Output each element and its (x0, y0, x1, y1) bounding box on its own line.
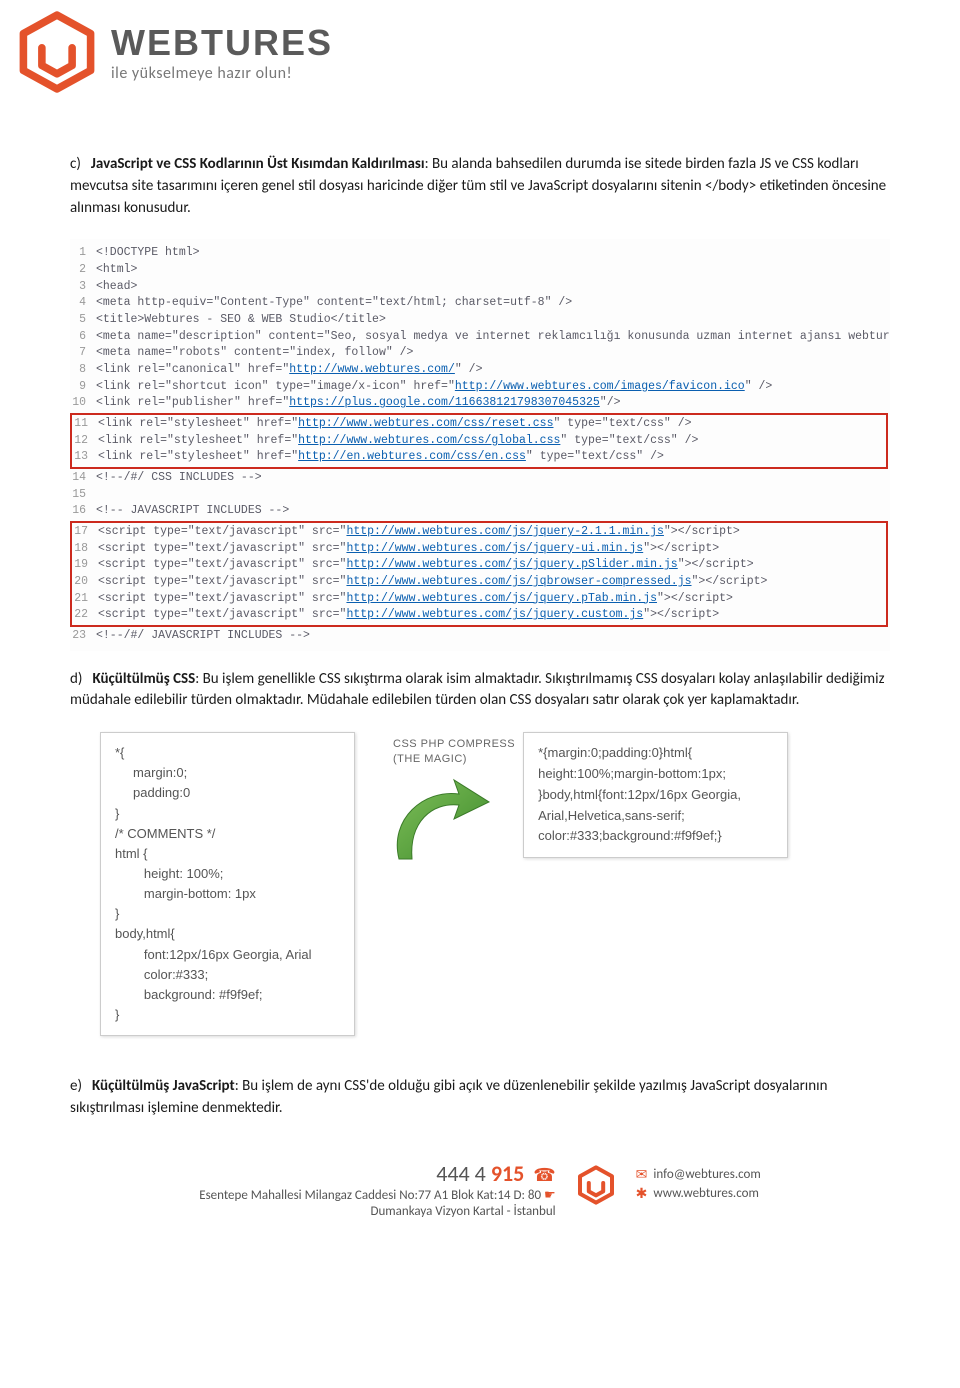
brand-name: WEBTURES (111, 22, 333, 64)
code-sample-html-head: 1<!DOCTYPE html> 2<html> 3<head> 4<meta … (70, 239, 890, 650)
phone-icon: ☎ (533, 1164, 555, 1186)
document-footer: 444 4 915 ☎ Esentepe Mahallesi Milangaz … (70, 1160, 890, 1219)
curved-arrow-icon (384, 764, 494, 864)
document-header: WEBTURES ile yükselmeye hazır olun! (15, 10, 890, 94)
brand-tagline: ile yükselmeye hazır olun! (111, 64, 333, 83)
footer-phone: 444 4 915 ☎ (199, 1160, 555, 1187)
section-c: c) JavaScript ve CSS Kodlarının Üst Kısım… (70, 154, 890, 219)
css-after-box: *{margin:0;padding:0}html{ height:100%;m… (523, 732, 788, 858)
section-d-marker: d) (70, 670, 82, 688)
css-compress-figure: *{ margin:0; padding:0 } /* COMMENTS */ … (100, 732, 890, 1036)
section-c-title: JavaScript ve CSS Kodlarının Üst Kısımda… (91, 155, 425, 173)
css-before-box: *{ margin:0; padding:0 } /* COMMENTS */ … (100, 732, 355, 1036)
highlight-box-js: 17<script type="text/javascript" src="ht… (70, 521, 888, 627)
section-e: e)Küçültülmüş JavaScript: Bu işlem de ay… (70, 1076, 890, 1120)
section-d-title: Küçültülmüş CSS (92, 670, 195, 688)
section-d: d)Küçültülmüş CSS: Bu işlem genellikle C… (70, 669, 890, 713)
footer-logo-icon (576, 1165, 616, 1205)
footer-address-2: Dumankaya Vizyon Kartal - İstanbul (199, 1204, 555, 1219)
section-e-marker: e) (70, 1077, 82, 1095)
compress-label: CSS PHP COMPRESS (THE MAGIC) (393, 737, 515, 766)
mail-icon: ✉ (636, 1166, 648, 1183)
webtures-logo-icon (15, 10, 99, 94)
footer-email: ✉ info@webtures.com (636, 1166, 761, 1183)
section-e-title: Küçültülmüş JavaScript (92, 1077, 235, 1095)
section-c-marker: c) (70, 155, 81, 173)
pointer-icon: ☛ (544, 1188, 556, 1203)
highlight-box-css: 11<link rel="stylesheet" href="http://ww… (70, 413, 888, 469)
footer-website: ✱ www.webtures.com (636, 1185, 761, 1202)
footer-address-1: Esentepe Mahallesi Milangaz Caddesi No:7… (199, 1188, 555, 1203)
globe-icon: ✱ (636, 1185, 648, 1202)
